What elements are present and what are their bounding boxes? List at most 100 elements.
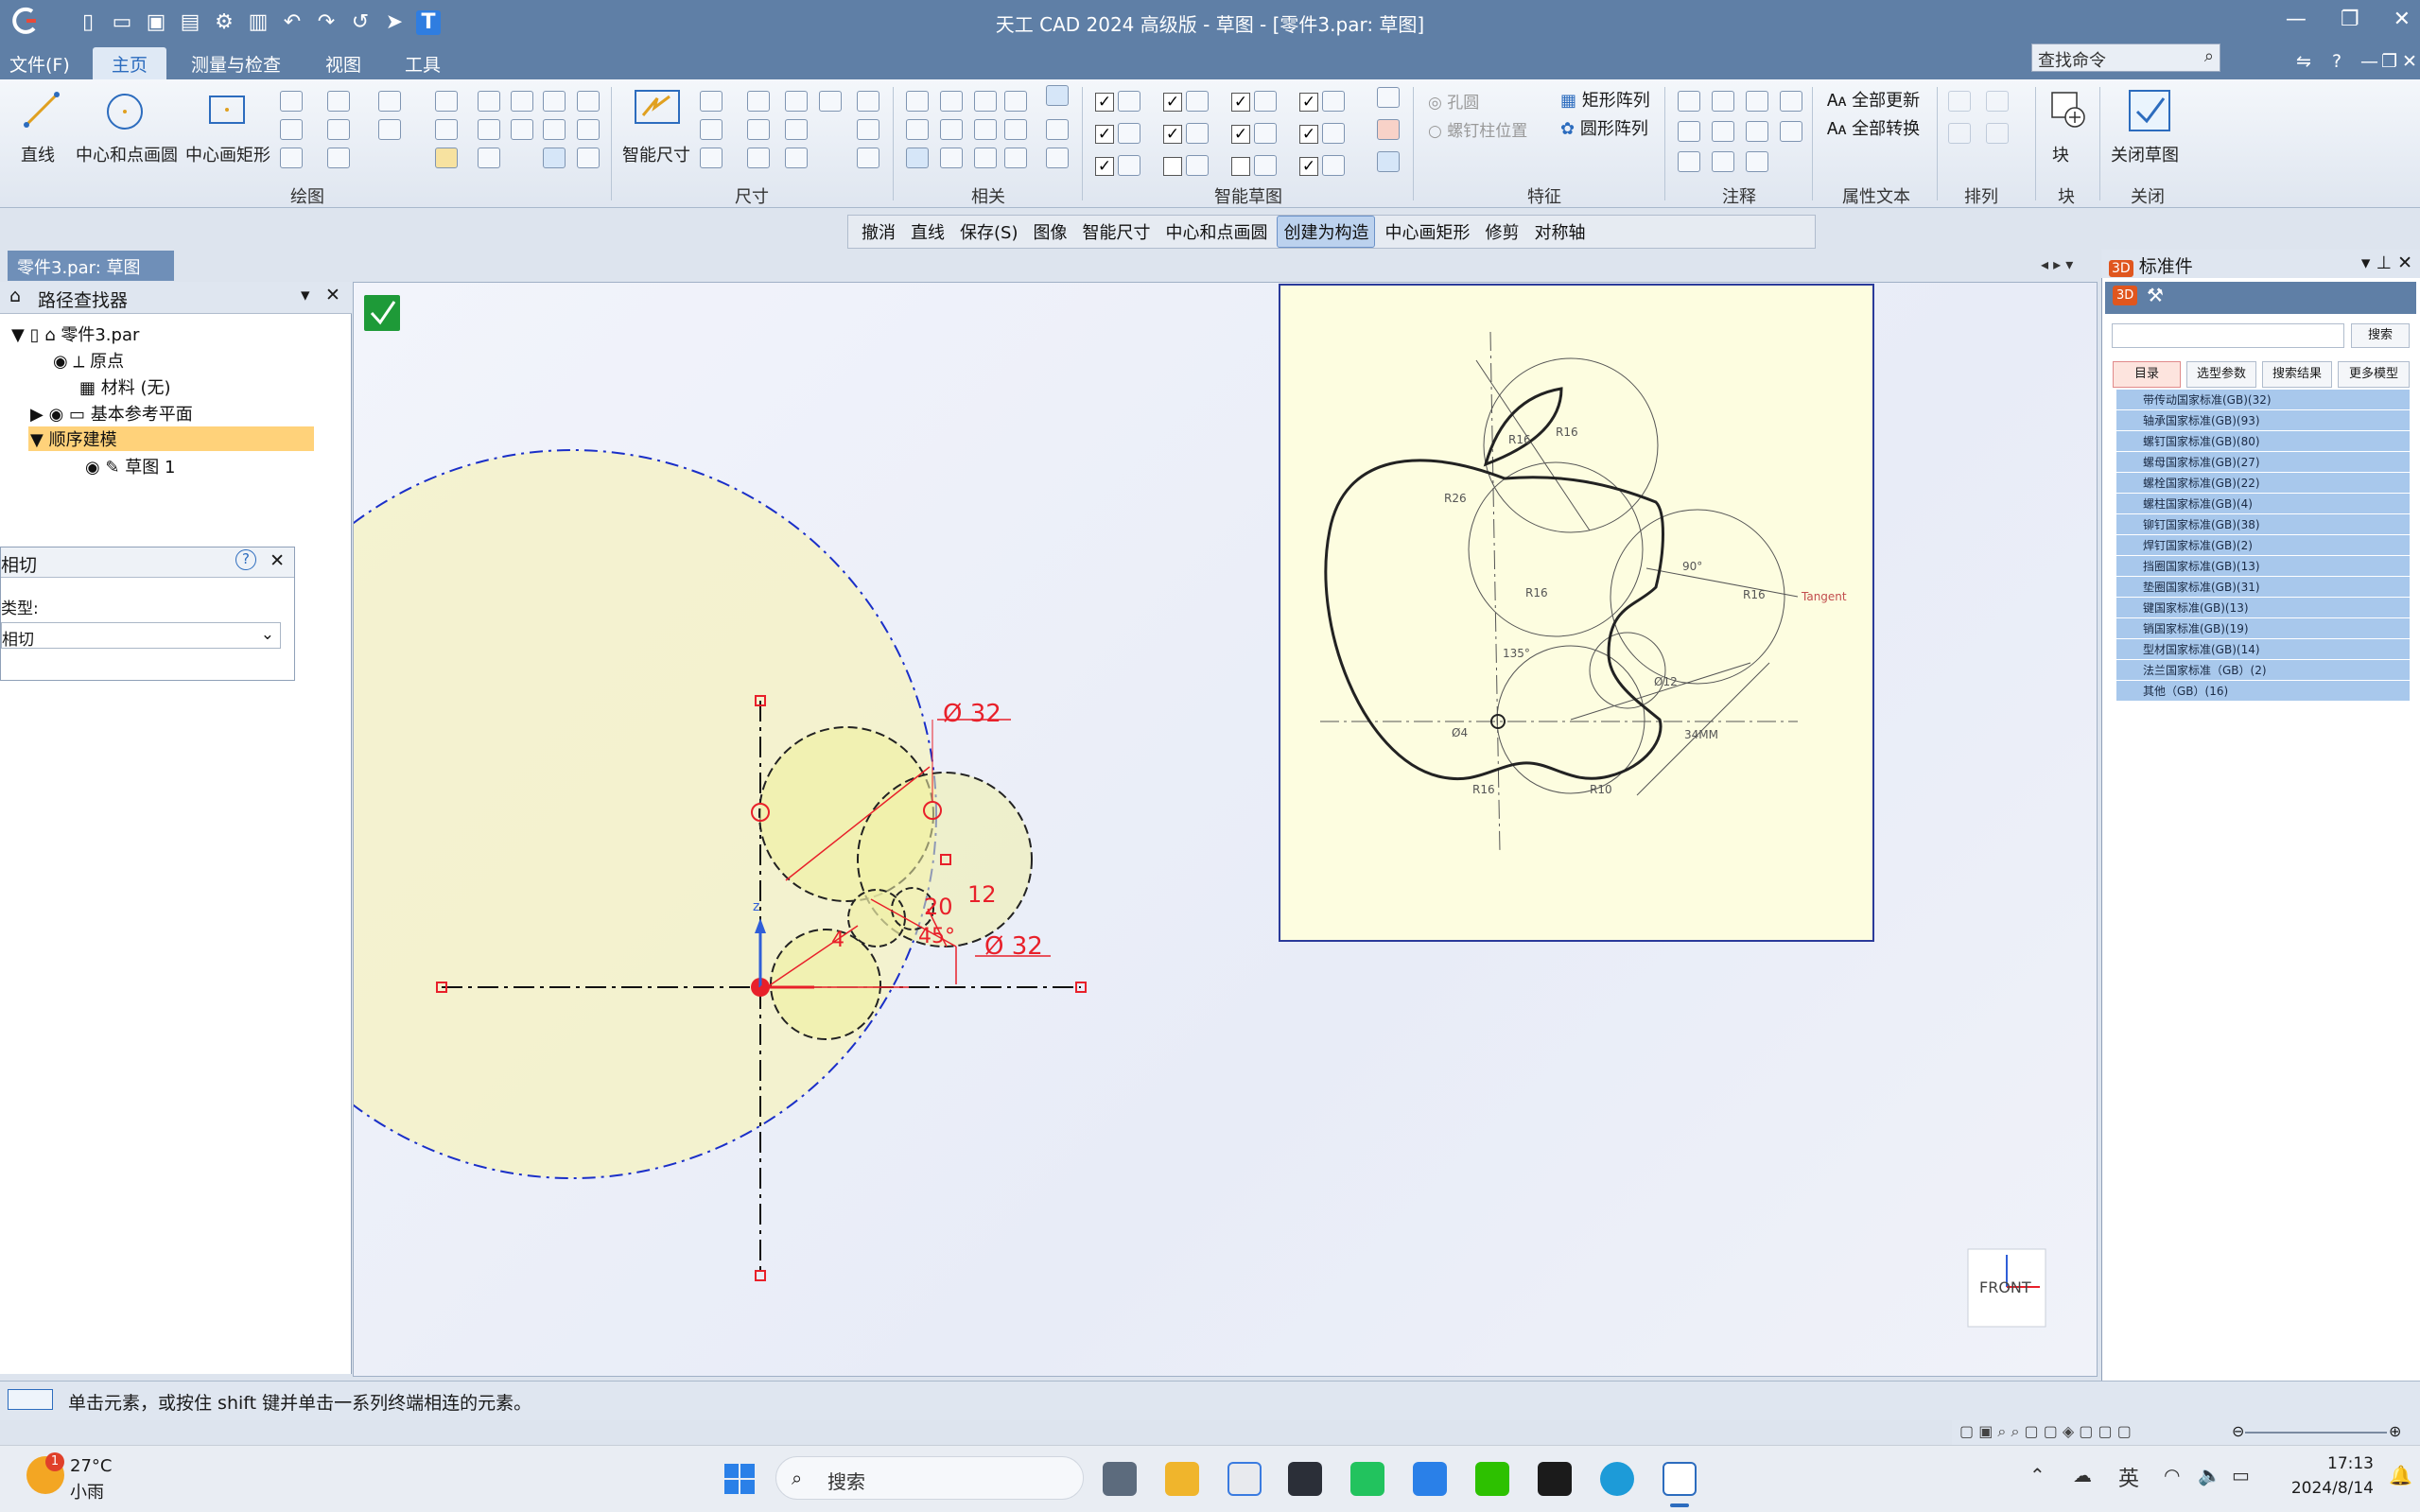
equal-relation-icon[interactable] — [940, 119, 963, 140]
smart-sketch-checkbox[interactable]: ✓ — [1163, 125, 1182, 144]
tree-item-part[interactable]: ▼ ▯ ⌂ 零件3.par — [11, 322, 139, 346]
intersection-snap-icon[interactable] — [1186, 123, 1209, 144]
tangent-relation-icon[interactable] — [906, 148, 929, 168]
dim-text-4[interactable]: 4 — [831, 929, 844, 952]
parts-category-item[interactable]: 其他（GB）(16) — [2116, 681, 2410, 701]
text-annotation-icon[interactable] — [1678, 91, 1700, 112]
corner-icon[interactable] — [577, 119, 600, 140]
doc-close-button[interactable]: ✕ — [2394, 49, 2420, 74]
smart-sketch-checkbox[interactable]: ✓ — [1299, 157, 1318, 176]
smart-sketch-checkbox[interactable]: ✓ — [1231, 93, 1250, 112]
leader-icon[interactable] — [1712, 91, 1734, 112]
sketch-circle-small[interactable] — [770, 929, 881, 1040]
close-button[interactable]: ✕ — [2394, 8, 2411, 31]
image-command[interactable]: 图像 — [1027, 217, 1072, 247]
text-box-icon[interactable] — [1780, 121, 1802, 142]
capcut-icon[interactable] — [1288, 1462, 1322, 1496]
wechat-icon[interactable] — [1475, 1462, 1509, 1496]
rectangle-tool-icon[interactable] — [511, 91, 533, 112]
auto-dimension-icon[interactable] — [785, 119, 808, 140]
arc-tangent-icon[interactable] — [280, 119, 303, 140]
smart-sketch-checkbox[interactable] — [1231, 157, 1250, 176]
taskbar-search[interactable]: ⌕ 搜索 — [775, 1456, 1084, 1500]
green-app-icon[interactable] — [1350, 1462, 1384, 1496]
circle-center-point-button[interactable]: 中心和点画圆 — [76, 142, 178, 166]
trim-icon[interactable] — [435, 91, 458, 112]
sketch-graphics[interactable]: Ø 32 12 20 45° Ø 32 4 z R16 R16 R26 R16 … — [354, 283, 2098, 1377]
line-button[interactable]: 直线 — [21, 142, 55, 166]
save-command[interactable]: 保存(S) — [954, 217, 1023, 247]
circle-center-point-icon[interactable] — [104, 91, 146, 132]
block-icon[interactable] — [2046, 89, 2088, 130]
intersect-icon[interactable] — [543, 119, 566, 140]
extend-icon[interactable] — [478, 91, 500, 112]
zoom-slider-track[interactable] — [2245, 1432, 2387, 1434]
blue-app-icon[interactable] — [1413, 1462, 1447, 1496]
close-icon[interactable]: ✕ — [270, 550, 285, 571]
fill-icon[interactable] — [327, 148, 350, 168]
circular-pattern-button[interactable]: ✿ 圆形阵列 — [1560, 115, 1648, 140]
connector-icon[interactable] — [1746, 151, 1768, 172]
parts-category-item[interactable]: 螺栓国家标准(GB)(22) — [2116, 473, 2410, 493]
offset-icon[interactable] — [327, 119, 350, 140]
tray-cloud-icon[interactable]: ☁ — [2073, 1464, 2092, 1486]
feature-control-icon[interactable] — [1712, 151, 1734, 172]
text-style-icon[interactable] — [857, 91, 879, 112]
horizontal-vertical-icon[interactable] — [1046, 119, 1069, 140]
curve-snap-icon[interactable] — [1254, 91, 1277, 112]
vertical-snap-icon[interactable] — [1322, 91, 1345, 112]
lock-relation-icon[interactable] — [1004, 91, 1027, 112]
construction-icon[interactable] — [435, 148, 458, 168]
zoom-in-icon[interactable]: ⊕ — [2389, 1422, 2401, 1440]
rect-pattern-button[interactable]: ▦ 矩形阵列 — [1560, 87, 1650, 112]
smart-sketch-checkbox[interactable]: ✓ — [1299, 125, 1318, 144]
smart-dimension-button[interactable]: 智能尺寸 — [622, 142, 690, 166]
relation-assistant-icon[interactable] — [1046, 148, 1069, 168]
concentric-relation-icon[interactable] — [974, 91, 997, 112]
sketch-circle-12[interactable] — [847, 889, 906, 947]
callout-icon[interactable] — [1780, 91, 1802, 112]
edit-icon[interactable] — [577, 148, 600, 168]
symmetric-relation-icon[interactable] — [940, 148, 963, 168]
maximize-button[interactable]: ❐ — [2341, 8, 2359, 31]
menu-home[interactable]: 主页 — [93, 47, 167, 80]
parts-category-item[interactable]: 螺柱国家标准(GB)(4) — [2116, 494, 2410, 513]
view-tools-icon[interactable]: ▢ ▣ ⌕ ⌕ ▢ ▢ ◈ ▢ ▢ ▢ — [1959, 1422, 2132, 1441]
hole-circle-option[interactable]: ◎ 孔圆 — [1428, 89, 1479, 113]
ime-indicator[interactable]: 英 — [2118, 1462, 2139, 1492]
distance-dimension-icon[interactable] — [700, 91, 723, 112]
smart-sketch-checkbox[interactable]: ✓ — [1095, 157, 1114, 176]
battery-icon[interactable]: ▭ — [2232, 1464, 2250, 1486]
menu-tools[interactable]: 工具 — [397, 49, 448, 78]
pathfinder-menu-icon[interactable]: ▾ — [301, 285, 310, 305]
parts-category-item[interactable]: 垫圈国家标准(GB)(31) — [2116, 577, 2410, 597]
parts-category-item[interactable]: 键国家标准(GB)(13) — [2116, 598, 2410, 617]
tray-overflow-icon[interactable]: ⌃ — [2029, 1464, 2046, 1486]
include-icon[interactable] — [577, 91, 600, 112]
center-rectangle-button[interactable]: 中心画矩形 — [185, 142, 270, 166]
circle-command[interactable]: 中心和点画圆 — [1159, 217, 1273, 247]
file-explorer-icon[interactable] — [1165, 1462, 1199, 1496]
symmetry-axis-icon[interactable] — [1004, 148, 1027, 168]
sketch-snap-icon[interactable] — [1377, 151, 1400, 172]
mirror-icon[interactable] — [378, 119, 401, 140]
midpoint-relation-icon[interactable] — [906, 119, 929, 140]
parts-category-item[interactable]: 铆钉国家标准(GB)(38) — [2116, 514, 2410, 534]
angle-dimension-icon[interactable] — [747, 91, 770, 112]
close-sketch-button[interactable]: 关闭草图 — [2111, 142, 2179, 166]
parts-category-item[interactable]: 型材国家标准(GB)(14) — [2116, 639, 2410, 659]
tree-item-ref-planes[interactable]: ▶ ◉ ▭ 基本参考平面 — [30, 401, 193, 426]
hammer-icon[interactable]: ⚒ — [2147, 284, 2164, 306]
center-mark-icon[interactable] — [1712, 121, 1734, 142]
task-view-icon[interactable] — [1103, 1462, 1137, 1496]
collinear-relation-icon[interactable] — [974, 148, 997, 168]
clock-date[interactable]: 2024/8/14 — [2270, 1479, 2374, 1498]
symmetry-axis-command[interactable]: 对称轴 — [1528, 217, 1591, 247]
reference-image-frame[interactable] — [1279, 284, 1874, 942]
smart-sketch-checkbox[interactable]: ✓ — [1163, 93, 1182, 112]
dim-text-dia32b[interactable]: Ø 32 — [984, 932, 1043, 961]
send-back-icon[interactable] — [1986, 123, 2009, 144]
tangent-snap-icon[interactable] — [1254, 123, 1277, 144]
parts-category-item[interactable]: 轴承国家标准(GB)(93) — [2116, 410, 2410, 430]
center-rectangle-command[interactable]: 中心画矩形 — [1379, 217, 1475, 247]
